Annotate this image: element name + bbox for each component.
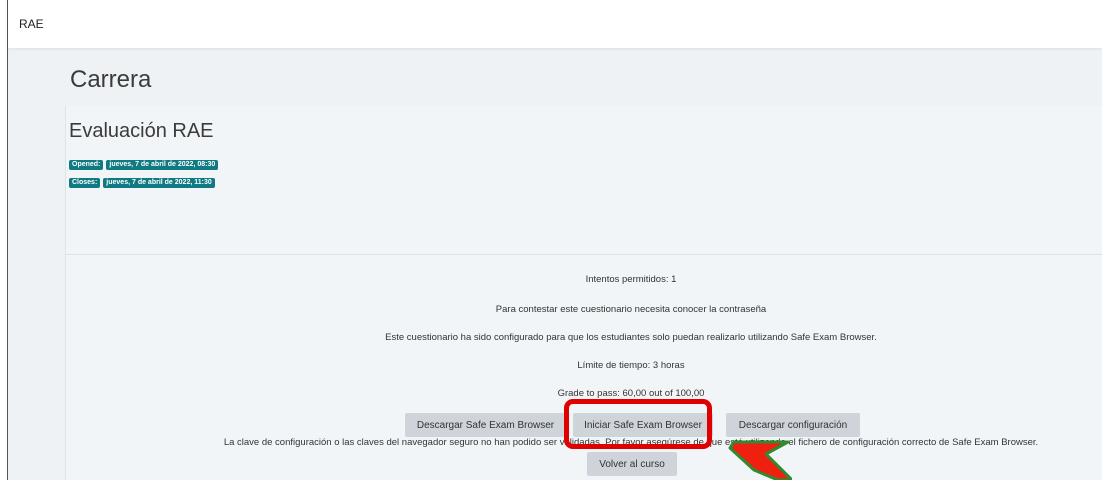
time-limit-text: Límite de tiempo: 3 horas [577,360,685,371]
top-navbar: RAE [8,0,1102,48]
back-to-course-button[interactable]: Volver al curso [587,452,677,476]
section-divider [66,254,1102,255]
password-required-text: Para contestar este cuestionario necesit… [495,304,767,315]
arrow-up-left-icon [728,440,792,480]
launch-seb-button[interactable]: Iniciar Safe Exam Browser [573,413,713,437]
site-brand-link[interactable]: RAE [19,17,44,31]
download-seb-button[interactable]: Descargar Safe Exam Browser [405,413,566,437]
opened-label-badge: Opened: [69,160,104,170]
course-title: Carrera [70,66,152,93]
grade-to-pass-text: Grade to pass: 60,00 out of 100,00 [557,388,705,399]
seb-required-text: Este cuestionario ha sido configurado pa… [385,332,877,343]
quiz-title: Evaluación RAE [69,120,214,142]
opened-date-badge: jueves, 7 de abril de 2022, 08:30 [106,160,219,170]
download-config-button[interactable]: Descargar configuración [726,413,860,437]
opened-date-row: Opened: jueves, 7 de abril de 2022, 08:3… [69,160,219,170]
attempts-allowed-text: Intentos permitidos: 1 [585,274,677,285]
closes-date-row: Closes: jueves, 7 de abril de 2022, 11:3… [69,178,215,188]
config-warning-text: La clave de configuración o las claves d… [223,437,1039,448]
closes-date-badge: jueves, 7 de abril de 2022, 11:30 [103,178,215,188]
closes-label-badge: Closes: [69,178,101,188]
